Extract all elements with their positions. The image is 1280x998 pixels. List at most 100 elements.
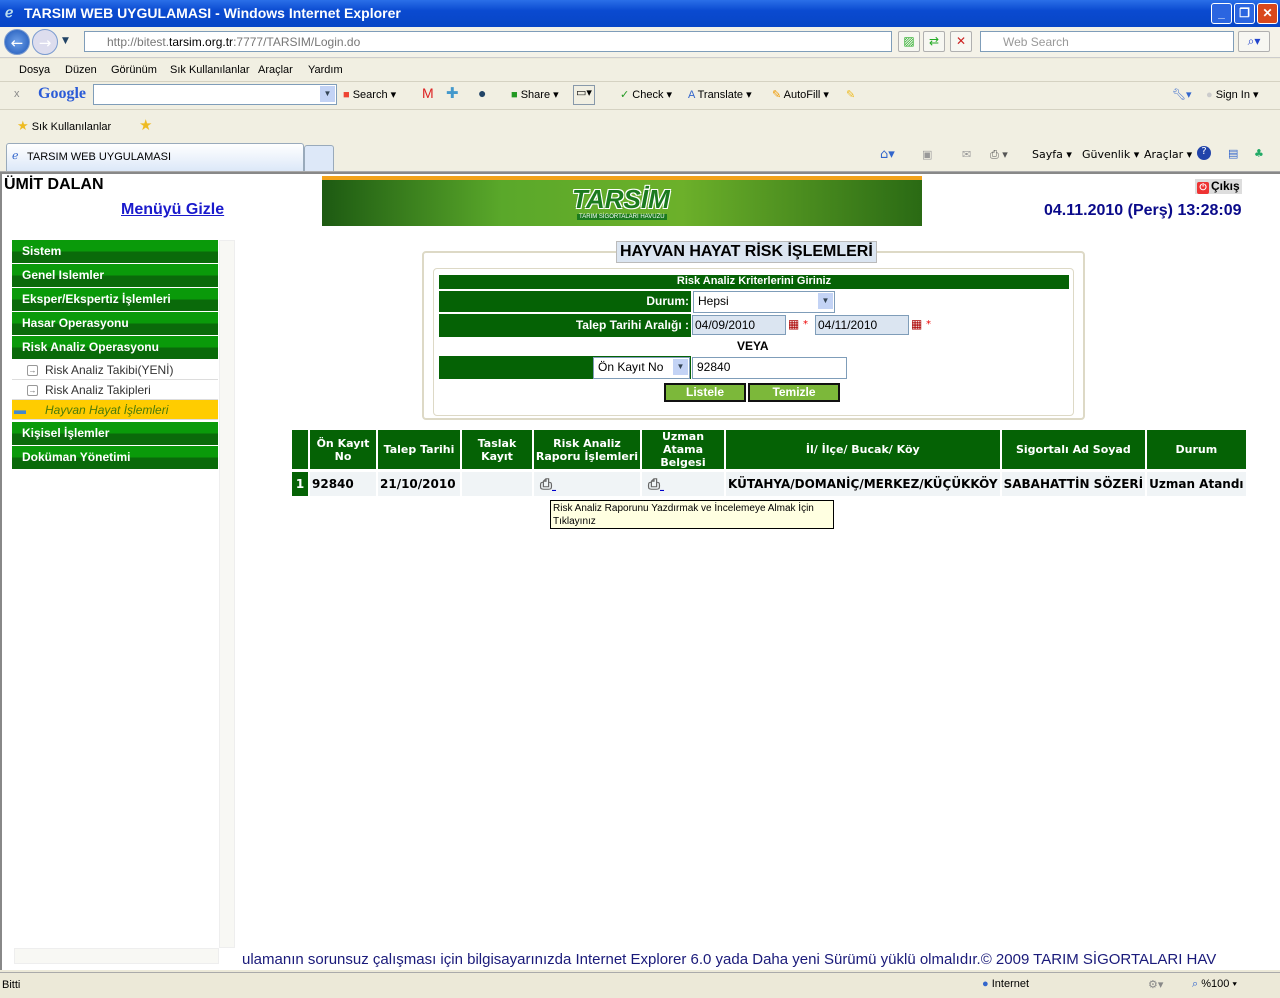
close-toolbar-icon[interactable]: x <box>14 88 20 100</box>
translate-button[interactable]: A Translate ▾ <box>688 88 752 101</box>
back-button[interactable]: ← <box>4 29 30 55</box>
tarsim-banner: TARSİM TARIM SİGORTALARI HAVUZU <box>322 176 922 226</box>
help-icon[interactable]: ? <box>1197 146 1211 160</box>
field-type-select[interactable]: Ön Kayıt No ▼ <box>593 357 690 379</box>
zoom-control[interactable]: ⌕ %100 ▾ <box>1192 978 1237 991</box>
google-toolbar: x Google ▼ ■ Search ▾ M ✚ ● ■ Share ▾ ▭▾… <box>0 82 1280 110</box>
print-icon[interactable]: ⎙ ▾ <box>990 148 1008 162</box>
cell-on-kayit-no: 92840 <box>310 472 376 496</box>
sidebar-horizontal-scrollbar[interactable] <box>14 948 219 964</box>
sidebar-subitem-hayvan-hayat[interactable]: ▬ Hayvan Hayat İşlemleri <box>12 400 218 420</box>
menu-duzen[interactable]: Düzen <box>65 64 97 76</box>
window-title: TARSIM WEB UYGULAMASI - Windows Internet… <box>24 5 401 21</box>
rss-icon[interactable]: ▣ <box>922 148 932 161</box>
home-icon[interactable]: ⌂▾ <box>880 147 895 162</box>
field-value-input[interactable]: 92840 <box>692 357 847 379</box>
sidebar-item-genel-islemler[interactable]: Genel Islemler <box>12 264 218 287</box>
cell-location: KÜTAHYA/DOMANİÇ/MERKEZ/KÜÇÜKKÖY <box>726 472 1000 496</box>
menu-yardim[interactable]: Yardım <box>308 64 343 76</box>
stop-icon[interactable]: ✕ <box>950 31 972 52</box>
chevron-down-icon[interactable]: ▼ <box>320 86 335 102</box>
sidebar-item-risk-analiz[interactable]: Risk Analiz Operasyonu <box>12 336 218 359</box>
tools-menu[interactable]: Araçlar ▾ <box>1144 148 1192 161</box>
address-bar[interactable]: http://bitest.tarsim.org.tr:7777/TARSIM/… <box>84 31 892 52</box>
clear-button[interactable]: Temizle <box>748 383 840 402</box>
address-row: ← → ▼ http://bitest.tarsim.org.tr:7777/T… <box>0 27 1280 58</box>
google-search-input[interactable]: ▼ <box>93 84 337 105</box>
column-header-insured: Sigortalı Ad Soyad <box>1001 430 1146 472</box>
menu-araclar[interactable]: Araçlar <box>258 64 293 76</box>
row-index: 1 <box>292 472 308 496</box>
zoom-icon: ⌕ <box>1192 978 1199 990</box>
sidebar-item-kisisel[interactable]: Kişisel İşlemler <box>12 422 218 445</box>
sidebar-vertical-scrollbar[interactable] <box>219 240 235 948</box>
chevron-down-icon: ▼ <box>818 293 833 309</box>
favorites-bar: ★ Sık Kullanılanlar ★ <box>0 110 1280 141</box>
new-tab-button[interactable] <box>304 145 334 171</box>
restore-button[interactable]: ❐ <box>1234 3 1255 24</box>
menu-favorites[interactable]: Sık Kullanılanlar <box>170 64 250 76</box>
status-bar: Bitti ● Internet ⚙▾ ⌕ %100 ▾ <box>0 972 1280 996</box>
add-favorite-icon[interactable]: ★ <box>139 116 152 134</box>
sidebar-item-dokuman[interactable]: Doküman Yönetimi <box>12 446 218 469</box>
earth-icon[interactable]: ● <box>478 85 486 101</box>
calendar-icon[interactable]: ▦ <box>911 317 922 331</box>
avatar-icon: ● <box>1206 89 1213 101</box>
close-button[interactable]: ✕ <box>1257 3 1278 24</box>
history-dropdown-icon[interactable]: ▼ <box>62 36 69 46</box>
menu-gorunum[interactable]: Görünüm <box>111 64 157 76</box>
print-report-icon[interactable]: ⎙_ <box>534 472 640 496</box>
calendar-icon[interactable]: ▦ <box>788 317 799 331</box>
page-menu[interactable]: Sayfa ▾ <box>1032 148 1072 161</box>
sidebar-item-sistem[interactable]: Sistem <box>12 240 218 263</box>
research-icon[interactable]: ▤ <box>1228 147 1238 160</box>
refresh-icon[interactable]: ⇄ <box>923 31 945 52</box>
google-search-button[interactable]: ■ Search ▾ <box>343 88 396 101</box>
minimize-button[interactable]: _ <box>1211 3 1232 24</box>
check-button[interactable]: ✓ Check ▾ <box>620 88 672 101</box>
cell-talep-tarihi: 21/10/2010 <box>378 472 460 496</box>
messenger-icon[interactable]: ♣ <box>1254 147 1264 160</box>
highlighter-icon[interactable]: ✎ <box>846 88 855 101</box>
title-bar: ℯ TARSIM WEB UYGULAMASI - Windows Interne… <box>0 0 1280 27</box>
sidebar-item-eksper[interactable]: Eksper/Ekspertiz İşlemleri <box>12 288 218 311</box>
sidebar-subitem-risk-analiz-takipleri[interactable]: → Risk Analiz Takipleri <box>12 380 218 400</box>
gmail-icon[interactable]: M <box>422 85 434 101</box>
tab-tarsim[interactable]: ℯ TARSIM WEB UYGULAMASI <box>6 143 304 171</box>
date-from-input[interactable]: 04/09/2010 <box>692 315 786 335</box>
or-label: VEYA <box>737 339 769 353</box>
sidebar-subitem-risk-analiz-takibi-yeni[interactable]: → Risk Analiz Takibi(YENİ) <box>12 360 218 380</box>
durum-select[interactable]: Hepsi ▼ <box>693 291 835 313</box>
date-to-input[interactable]: 04/11/2010 <box>815 315 909 335</box>
sign-in-button[interactable]: ● Sign In ▾ <box>1206 88 1259 101</box>
hide-menu-link[interactable]: Menüyü Gizle <box>121 201 224 219</box>
protected-mode-icon[interactable]: ⚙▾ <box>1148 978 1163 991</box>
cell-taslak-kayit <box>462 472 532 496</box>
print-assignment-icon[interactable]: ⎙_ <box>642 472 724 496</box>
arrow-right-icon: → <box>27 385 38 396</box>
sidebar-item-hasar[interactable]: Hasar Operasyonu <box>12 312 218 335</box>
wrench-icon[interactable]: 🔧︎▾ <box>1172 88 1192 101</box>
column-header-taslak-kayit: Taslak Kayıt <box>462 430 532 472</box>
mail-icon[interactable]: ✉ <box>962 148 971 161</box>
table-header-row: Ön Kayıt No Talep Tarihi Taslak Kayıt Ri… <box>292 430 1246 472</box>
sidewiki-icon[interactable]: ▭▾ <box>573 85 595 105</box>
page-content: ÜMİT DALAN Menüyü Gizle TARSİM TARIM SİG… <box>0 172 1280 970</box>
favorites-button[interactable]: ★ Sık Kullanılanlar <box>17 118 111 134</box>
power-icon: ⏻ <box>1197 182 1209 194</box>
forward-button[interactable]: → <box>32 29 58 55</box>
share-button[interactable]: ■ Share ▾ <box>511 88 559 101</box>
tooltip: Risk Analiz Raporunu Yazdırmak ve İncele… <box>550 500 834 529</box>
logout-button[interactable]: ⏻ Çıkış <box>1195 179 1242 194</box>
search-icon[interactable]: ⌕▾ <box>1238 31 1270 52</box>
required-marker: * <box>926 319 931 330</box>
web-search-input[interactable]: Web Search <box>980 31 1234 52</box>
menu-dosya[interactable]: Dosya <box>19 64 50 76</box>
autofill-button[interactable]: ✎ AutoFill ▾ <box>772 88 829 101</box>
compatibility-icon[interactable]: ▨ <box>898 31 920 52</box>
spellcheck-icon: ✓ <box>620 89 630 101</box>
google-logo: Google <box>38 85 86 102</box>
list-button[interactable]: Listele <box>664 383 746 402</box>
security-menu[interactable]: Güvenlik ▾ <box>1082 148 1139 161</box>
plus-icon[interactable]: ✚ <box>446 84 459 102</box>
